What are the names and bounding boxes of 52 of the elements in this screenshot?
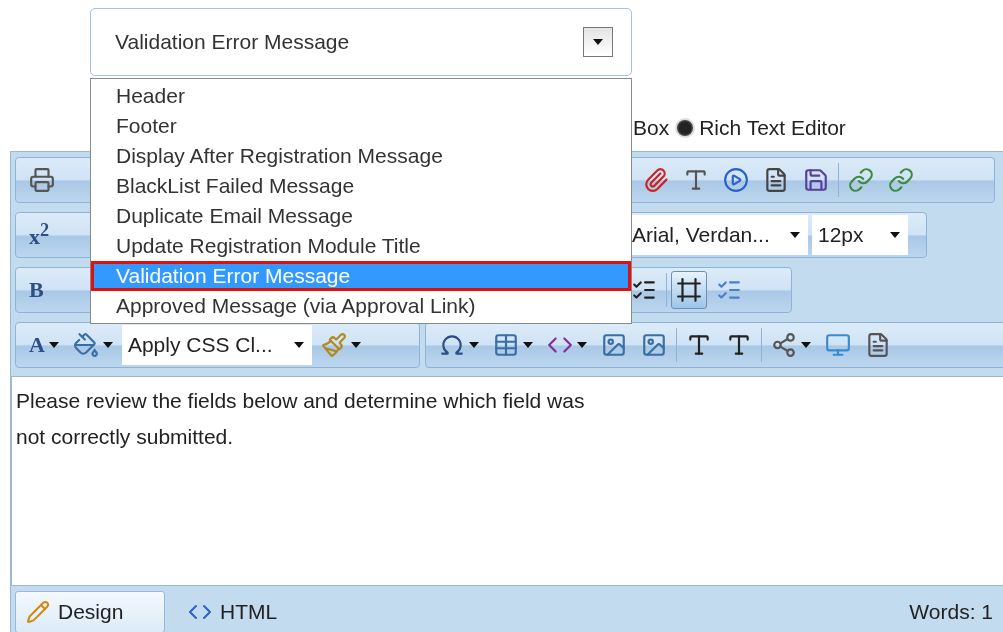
mode-tab[interactable]: Design xyxy=(15,591,165,632)
brush-icon xyxy=(320,332,347,358)
caret-icon xyxy=(102,342,113,348)
paint-bucket-icon xyxy=(72,332,99,358)
dropdown-button[interactable] xyxy=(583,27,613,57)
letter-icon xyxy=(683,167,709,193)
caret-icon xyxy=(801,342,812,348)
font-color-button[interactable]: A xyxy=(24,326,64,364)
radio-button[interactable] xyxy=(675,118,696,138)
content-text: Please review the fields below and determine which field was xyxy=(16,388,586,414)
menu-item[interactable]: BlackList Failed Message xyxy=(91,171,631,201)
superscript-button[interactable]: x$^{2}$ xyxy=(24,216,58,254)
radio-label: Box xyxy=(633,116,670,140)
radio-label: Rich Text Editor xyxy=(699,116,846,140)
frame-icon xyxy=(676,277,702,303)
font-size-select[interactable]: 12px xyxy=(812,215,908,255)
borders-button[interactable] xyxy=(671,271,707,309)
word-count: Words: 1 xyxy=(909,600,993,624)
nodes-icon xyxy=(771,332,798,358)
caret-icon xyxy=(577,342,588,348)
image-icon xyxy=(641,332,668,358)
caret-icon xyxy=(48,342,59,348)
caret-icon xyxy=(593,39,603,45)
mode-tab[interactable]: HTML xyxy=(177,591,327,632)
menu-item[interactable]: Display After Registration Message xyxy=(91,141,631,171)
menu-item[interactable]: Footer xyxy=(91,111,631,141)
editor-content[interactable]: Please review the fields below and determine which field was not correctly submitted. xyxy=(11,376,1003,586)
play-icon xyxy=(723,167,749,193)
select-value: Validation Error Message xyxy=(115,30,350,54)
save-icon xyxy=(803,167,829,193)
caret-icon xyxy=(469,342,480,348)
caret-icon xyxy=(890,232,900,238)
table-icon xyxy=(493,332,520,358)
pencil-icon xyxy=(26,600,50,624)
content-text: not correctly submitted. xyxy=(16,424,235,450)
document-icon xyxy=(763,167,789,193)
monitor-icon xyxy=(825,332,852,358)
image-icon xyxy=(601,332,628,358)
caret-icon xyxy=(790,232,800,238)
caret-icon xyxy=(293,342,304,348)
caret-icon xyxy=(523,342,534,348)
paperclip-icon xyxy=(643,167,669,193)
printer-icon xyxy=(29,167,55,193)
message-select[interactable]: Validation Error Message xyxy=(90,8,632,76)
css-class-select[interactable]: Apply CSS Cl... xyxy=(121,325,312,365)
link-icon xyxy=(848,167,874,193)
caret-icon xyxy=(350,342,361,348)
menu-item[interactable]: Header xyxy=(91,81,631,111)
bold-button[interactable]: B xyxy=(24,271,58,309)
menu-item[interactable]: Approved Message (via Approval Link) xyxy=(91,291,631,321)
omega-icon xyxy=(439,332,466,358)
link-icon xyxy=(888,167,914,193)
